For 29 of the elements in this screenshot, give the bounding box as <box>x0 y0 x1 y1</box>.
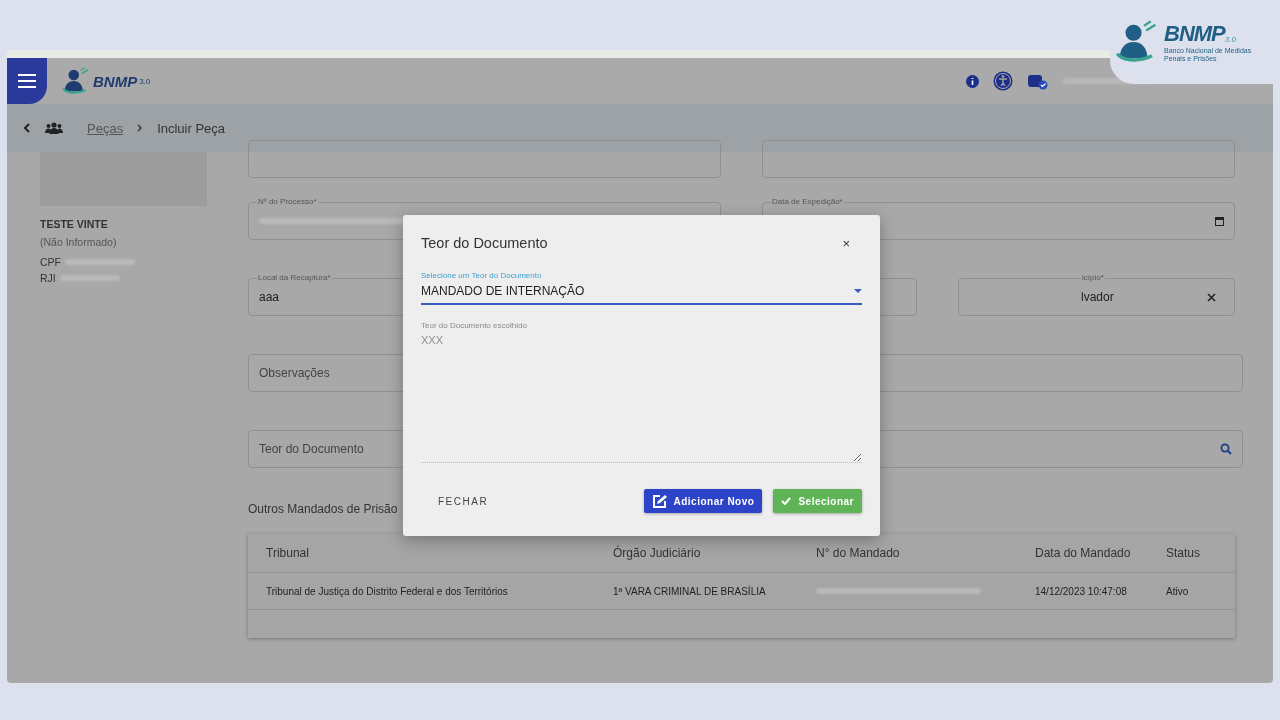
table-cell-text: 1ª VARA CRIMINAL DE BRASÍLIA <box>613 585 767 597</box>
field-label: icípio* <box>1081 273 1105 282</box>
field-value: lvador <box>1080 290 1114 304</box>
field-placeholder: Teor do Documento <box>259 442 364 456</box>
logo-title: BNMP <box>1164 20 1225 47</box>
field-label: Nº do Processo* <box>257 197 318 206</box>
field-label: Local da Recaptura* <box>257 273 332 282</box>
field-placeholder: Observações <box>259 366 330 380</box>
field-label: Teor do Documento escolhido <box>421 321 528 330</box>
logo-version: 3.0 <box>139 76 151 86</box>
person-name: TESTE VINTE <box>40 218 109 230</box>
logo-title: BNMP <box>93 72 138 90</box>
column-header: Órgão Judiciário <box>613 546 702 560</box>
field-value: aaa <box>259 290 280 304</box>
table-cell-text: 14/12/2023 10:47:08 <box>1035 585 1128 597</box>
person-status: (Não Informado) <box>40 236 118 248</box>
id-label: CPF <box>40 256 61 268</box>
section-title: Outros Mandados de Prisão <box>248 502 399 516</box>
column-header: Tribunal <box>266 546 310 560</box>
column-header: N° do Mandado <box>816 546 901 560</box>
table-cell-text: Tribunal de Justiça do Distrito Federal e dos Territórios <box>266 585 509 597</box>
dialog-title: Teor do Documento <box>421 235 548 251</box>
logo-version: 3.0 <box>1224 34 1236 44</box>
breadcrumb-current: Incluir Peça <box>157 120 226 136</box>
field-label: Data de Expedição* <box>771 197 844 206</box>
table-cell-text: Ativo <box>1166 585 1190 597</box>
column-header: Status <box>1166 546 1202 560</box>
id-label: RJI <box>40 272 56 284</box>
column-header: Data do Mandado <box>1035 546 1132 560</box>
